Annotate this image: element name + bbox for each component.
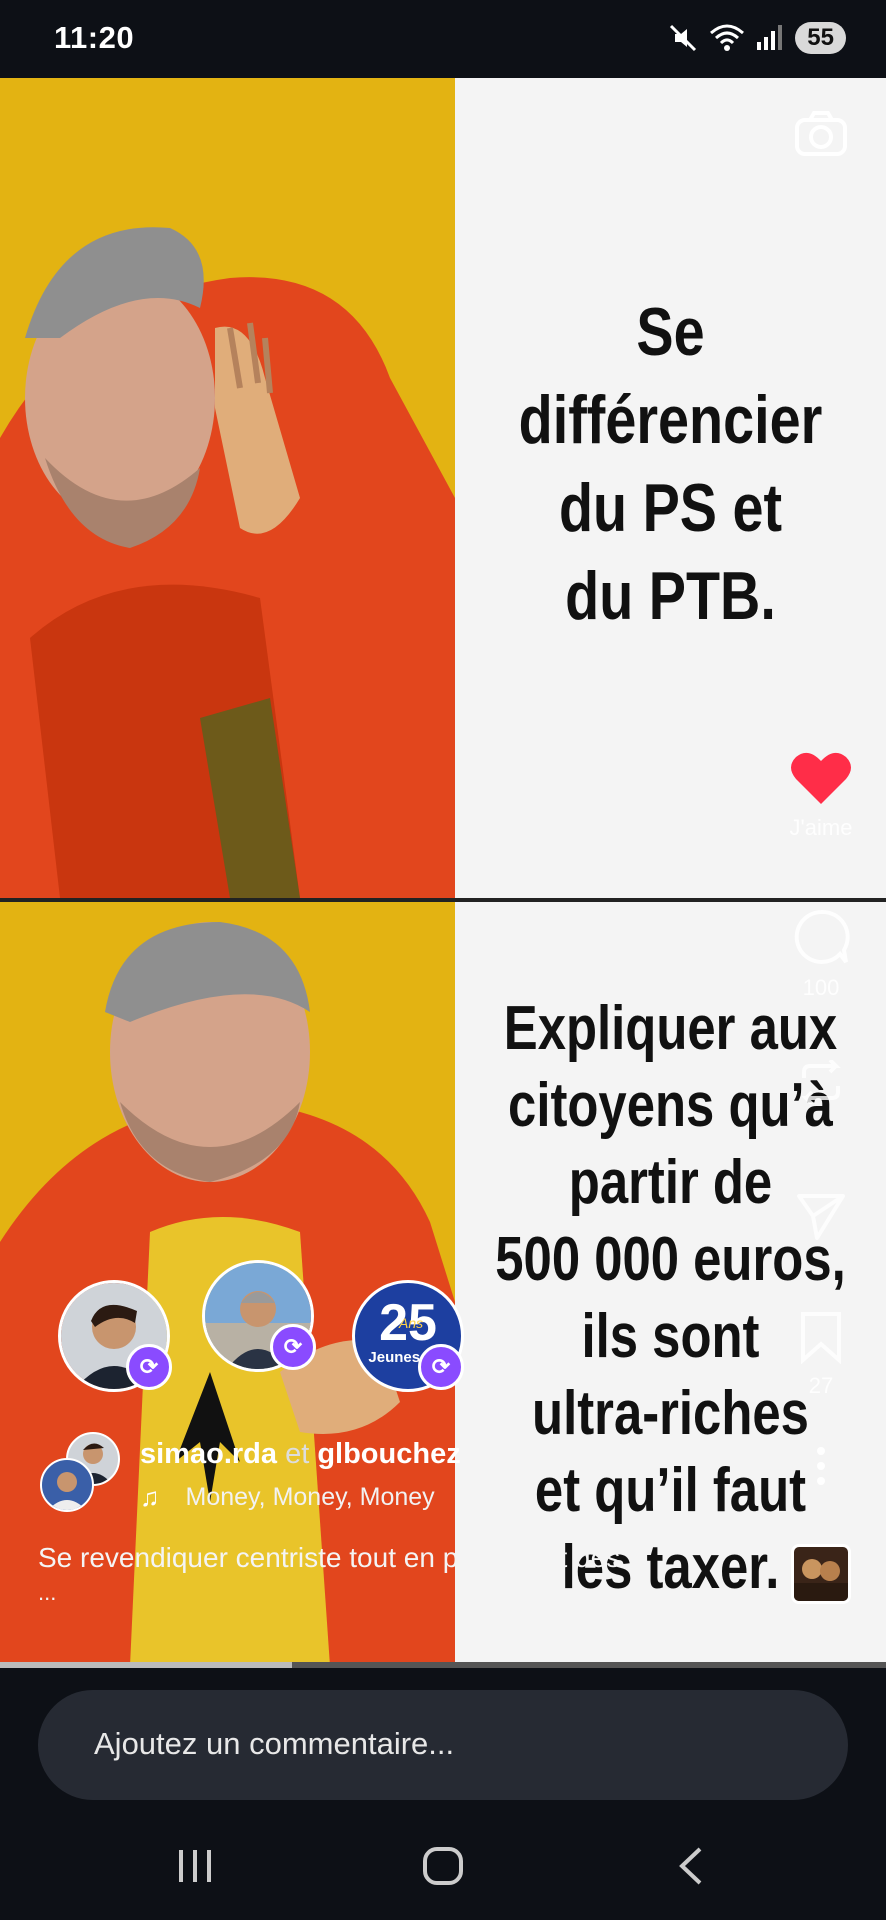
author-avatar-2 [40, 1458, 94, 1512]
meme-photo-top [0, 78, 455, 898]
repost-badge-1: ⟳ [126, 1344, 172, 1390]
comment-count: 100 [802, 975, 840, 1000]
share-button[interactable] [778, 1190, 864, 1247]
author-name-2[interactable]: glbouchez [317, 1438, 460, 1470]
signal-icon [757, 25, 783, 50]
battery-indicator: 55 [795, 22, 846, 54]
author-avatar-stack[interactable] [40, 1432, 120, 1512]
video-progress-bar[interactable] [0, 1662, 886, 1668]
status-bar: 11:20 55 [0, 0, 886, 78]
send-icon [797, 1194, 845, 1240]
author-line: simao.rda et glbouchez [140, 1438, 461, 1471]
music-note-icon: ♫ [140, 1482, 160, 1512]
camera-icon [795, 111, 847, 156]
repost-icon [801, 1058, 841, 1106]
caption[interactable]: Se revendiquer centriste tout en proposa… [38, 1542, 758, 1574]
post-info-overlay: ⟳ ⟳ 25 Ans Jeunes MR ⟳ simao.rda et glbo… [0, 1240, 886, 1666]
like-label: J'aime [789, 815, 853, 840]
repost-badge-3: ⟳ [418, 1344, 464, 1390]
system-nav-bar [0, 1810, 886, 1920]
caption-more[interactable]: ... [38, 1580, 56, 1606]
status-time: 11:20 [54, 20, 135, 55]
wifi-icon [710, 24, 745, 51]
heart-icon [791, 752, 851, 804]
author-name-1[interactable]: simao.rda [140, 1438, 277, 1470]
comment-button[interactable]: 100 [778, 908, 864, 1001]
mute-icon [670, 24, 697, 52]
comment-bubble-icon [794, 909, 850, 964]
person-rejecting-illustration [0, 78, 455, 898]
repost-button[interactable] [778, 1058, 864, 1109]
repost-badge-2: ⟳ [270, 1324, 316, 1370]
status-icons: 55 [667, 22, 846, 54]
recent-apps-icon[interactable] [176, 1848, 214, 1884]
music-row[interactable]: ♫ Money, Money, Money [140, 1482, 435, 1513]
back-icon[interactable] [676, 1846, 704, 1886]
home-icon[interactable] [422, 1846, 464, 1886]
author-joiner: et [285, 1438, 310, 1470]
comment-input[interactable]: Ajoutez un commentaire... [38, 1690, 848, 1800]
camera-button[interactable] [778, 110, 864, 163]
music-title: Money, Money, Money [185, 1483, 435, 1511]
comment-placeholder: Ajoutez un commentaire... [94, 1726, 455, 1761]
video-progress-fill [0, 1662, 293, 1668]
logo-sub: Ans [399, 1315, 424, 1331]
like-button[interactable]: J'aime [778, 750, 864, 841]
